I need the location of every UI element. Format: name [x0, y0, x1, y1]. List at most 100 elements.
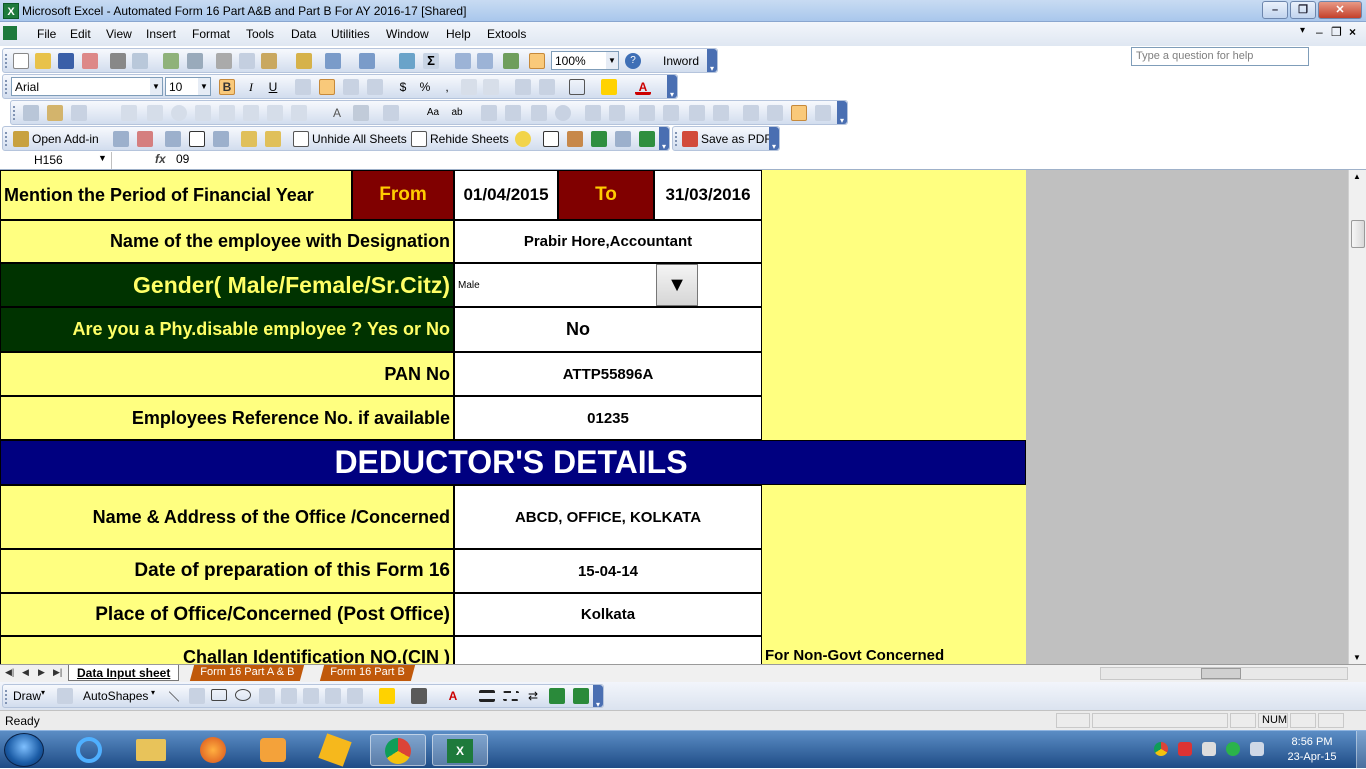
undo-icon[interactable] [325, 53, 341, 69]
tools-icon[interactable] [383, 105, 399, 121]
winamp-app[interactable] [308, 733, 364, 767]
control-properties-icon[interactable] [743, 105, 759, 121]
scroll-down-icon[interactable]: ▼ [1353, 653, 1361, 662]
edit-box-icon[interactable]: ab [449, 105, 465, 121]
zoom-dropdown-icon[interactable]: ▼ [606, 52, 618, 69]
copy-icon[interactable] [239, 53, 255, 69]
first-sheet-icon[interactable]: ◀| [5, 667, 14, 678]
combo-box-icon[interactable] [609, 105, 625, 121]
font-dropdown-icon[interactable]: ▼ [150, 78, 162, 95]
show-desktop-button[interactable] [1356, 731, 1366, 769]
office-input[interactable]: ABCD, OFFICE, KOLKATA [454, 485, 762, 549]
underline-button[interactable]: U [265, 79, 281, 95]
font-size-select[interactable]: 10 ▼ [165, 77, 211, 96]
toolbar-grip[interactable] [5, 132, 8, 146]
help-search-input[interactable]: Type a question for help [1131, 47, 1309, 66]
spelling-icon[interactable] [163, 53, 179, 69]
toolbar-grip[interactable] [13, 106, 16, 120]
combo-drop-icon[interactable] [663, 105, 679, 121]
menu-window[interactable]: Window [386, 27, 429, 41]
name-box-dropdown-icon[interactable]: ▼ [98, 153, 107, 163]
listbox-control-icon[interactable] [195, 105, 211, 121]
align-right-icon[interactable] [343, 79, 359, 95]
tab-data-input-sheet[interactable]: Data Input sheet [68, 665, 180, 681]
picture-icon[interactable] [347, 688, 363, 704]
h-scroll-thumb[interactable] [1201, 668, 1241, 679]
select-objects-icon[interactable] [57, 688, 73, 704]
addin-tool4-icon[interactable] [213, 131, 229, 147]
dash-style-icon[interactable] [503, 691, 519, 701]
toolbar-options-icon[interactable]: ▾ [659, 127, 669, 151]
draw-dropdown-icon[interactable]: ▾ [41, 688, 45, 697]
image-control-icon[interactable] [353, 105, 369, 121]
open-icon[interactable] [35, 53, 51, 69]
toolbar-grip[interactable] [675, 132, 678, 146]
menu-extools[interactable]: Extools [487, 27, 526, 41]
cut-icon[interactable] [216, 53, 232, 69]
decrease-indent-icon[interactable] [515, 79, 531, 95]
unlock-icon[interactable] [265, 131, 281, 147]
open-addin-icon[interactable] [13, 131, 29, 147]
next-sheet-icon[interactable]: ▶ [38, 667, 45, 678]
edit-code-icon[interactable] [767, 105, 783, 121]
autoshapes-button[interactable]: AutoShapes [83, 689, 148, 703]
print-icon[interactable] [110, 53, 126, 69]
arrow-style-icon[interactable]: ⇄ [525, 688, 541, 704]
tab-form16-part-ab[interactable]: Form 16 Part A & B [189, 665, 305, 681]
line-style-icon[interactable] [479, 690, 495, 702]
employee-name-input[interactable]: Prabir Hore,Accountant [454, 220, 762, 263]
line-color-icon[interactable] [411, 688, 427, 704]
toolbar-grip[interactable] [5, 690, 8, 704]
button-control-icon[interactable] [147, 105, 163, 121]
bold-button[interactable]: B [219, 79, 235, 95]
research-icon[interactable] [187, 53, 203, 69]
toolbar-grip[interactable] [5, 54, 8, 68]
pan-input[interactable]: ATTP55896A [454, 352, 762, 396]
minimize-button[interactable]: – [1262, 1, 1288, 19]
drawing-icon[interactable] [529, 53, 545, 69]
help-icon[interactable]: ? [625, 53, 641, 69]
comma-icon[interactable]: , [439, 79, 455, 95]
from-date-input[interactable]: 01/04/2015 [454, 170, 558, 220]
pdf-icon[interactable] [682, 131, 698, 147]
percent-icon[interactable]: % [417, 79, 433, 95]
ie-app[interactable] [62, 734, 118, 766]
italic-button[interactable]: I [243, 79, 259, 95]
toolbar-options-icon[interactable]: ▾ [837, 101, 847, 125]
home-sheet-icon[interactable] [567, 131, 583, 147]
gender-select[interactable]: Male [454, 263, 762, 307]
scroll-up-icon[interactable]: ▲ [1353, 172, 1361, 181]
sort-desc-icon[interactable] [477, 53, 493, 69]
size-dropdown-icon[interactable]: ▼ [198, 78, 210, 95]
align-left-icon[interactable] [295, 79, 311, 95]
tray-chrome-icon[interactable] [1154, 742, 1168, 756]
save-icon[interactable] [58, 53, 74, 69]
rectangle-icon[interactable] [211, 689, 227, 701]
sort-asc-icon[interactable] [455, 53, 471, 69]
option-button-icon[interactable] [555, 105, 571, 121]
autosum-icon[interactable]: Σ [423, 53, 439, 69]
new-icon[interactable] [13, 53, 29, 69]
font-color-icon[interactable]: A [635, 79, 651, 95]
spinner-icon[interactable] [713, 105, 729, 121]
scrollbar-control-icon[interactable] [243, 105, 259, 121]
disability-input[interactable]: No [454, 307, 762, 352]
clipart-icon[interactable] [325, 688, 341, 704]
media-app[interactable] [246, 734, 302, 766]
doc-minimize-icon[interactable]: – [1316, 25, 1323, 39]
doc-close-icon[interactable]: × [1349, 25, 1356, 39]
chrome-app[interactable] [370, 734, 426, 766]
run-dialog-icon[interactable] [815, 105, 831, 121]
list-box-icon[interactable] [585, 105, 601, 121]
menu-utilities[interactable]: Utilities [331, 27, 370, 41]
calculator-icon[interactable] [615, 131, 631, 147]
tray-volume-icon[interactable] [1202, 742, 1216, 756]
groupbox-control-icon[interactable] [291, 105, 307, 121]
diagram-icon[interactable] [303, 688, 319, 704]
text-box-icon[interactable]: Aa [425, 105, 441, 121]
doc-restore-icon[interactable]: ❐ [1331, 25, 1342, 39]
wordart-icon[interactable] [281, 688, 297, 704]
check-box-icon[interactable] [531, 105, 547, 121]
formula-input[interactable]: 09 [176, 152, 189, 166]
preparation-date-input[interactable]: 15-04-14 [454, 549, 762, 593]
